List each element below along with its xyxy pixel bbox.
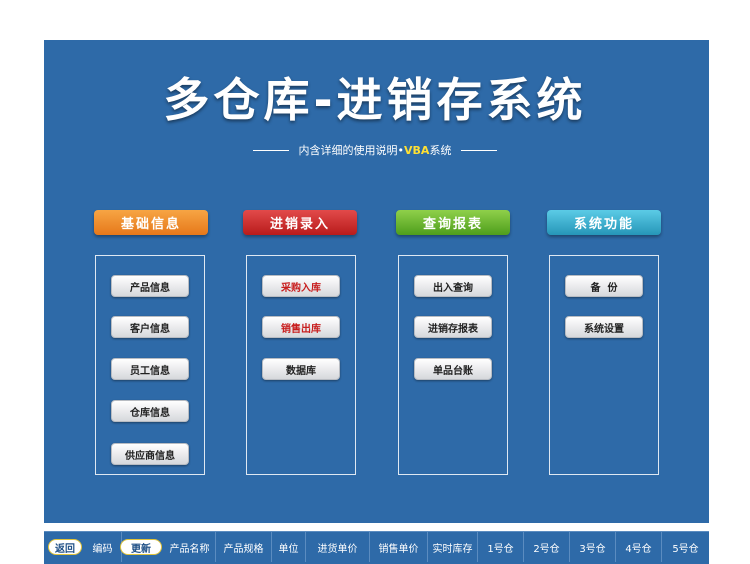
column-header-wh4: 4号仓: [616, 532, 662, 562]
system-settings-button[interactable]: 系统设置: [565, 316, 643, 338]
product-info-button[interactable]: 产品信息: [111, 275, 189, 297]
sales-outbound-button[interactable]: 销售出库: [262, 316, 340, 338]
column-header-product-name: 产品名称: [164, 532, 216, 562]
column-header-purchase-price: 进货单价: [306, 532, 370, 562]
bottom-toolbar: 返回 编码 更新 产品名称 产品规格 单位 进货单价 销售单价 实时库存 1号仓…: [44, 531, 709, 564]
column-header-wh1: 1号仓: [478, 532, 524, 562]
category-sales-entry: 进销录入: [243, 210, 357, 235]
warehouse-info-button[interactable]: 仓库信息: [111, 400, 189, 422]
column-header-wh2: 2号仓: [524, 532, 570, 562]
refresh-button[interactable]: 更新: [120, 539, 162, 555]
subtitle-divider-left: [252, 149, 289, 151]
column-header-sale-price: 销售单价: [370, 532, 428, 562]
column-header-code: 编码: [84, 532, 122, 562]
category-query-report: 查询报表: [396, 210, 510, 235]
subtitle: 内含详细的使用说明•VBA系统: [299, 142, 452, 158]
page-title: 多仓库-进销存系统: [163, 73, 587, 127]
customer-info-button[interactable]: 客户信息: [111, 316, 189, 338]
database-button[interactable]: 数据库: [262, 358, 340, 380]
column-header-spec: 产品规格: [216, 532, 272, 562]
supplier-info-button[interactable]: 供应商信息: [111, 443, 189, 465]
subtitle-prefix: 内含详细的使用说明•: [298, 144, 405, 157]
category-basic-info: 基础信息: [94, 210, 208, 235]
back-button[interactable]: 返回: [48, 539, 82, 555]
subtitle-vba: VBA: [404, 144, 430, 157]
column-header-stock: 实时库存: [428, 532, 478, 562]
inventory-report-button[interactable]: 进销存报表: [414, 316, 492, 338]
backup-button[interactable]: 备 份: [565, 275, 643, 297]
column-header-wh3: 3号仓: [570, 532, 616, 562]
column-header-unit: 单位: [272, 532, 306, 562]
inout-query-button[interactable]: 出入查询: [414, 275, 492, 297]
column-header-wh5: 5号仓: [672, 543, 699, 555]
category-system-functions: 系统功能: [547, 210, 661, 235]
subtitle-suffix: 系统: [429, 144, 452, 157]
subtitle-divider-right: [461, 149, 498, 151]
item-ledger-button[interactable]: 单品台账: [414, 358, 492, 380]
purchase-inbound-button[interactable]: 采购入库: [262, 275, 340, 297]
employee-info-button[interactable]: 员工信息: [111, 358, 189, 380]
subtitle-row: 内含详细的使用说明•VBA系统: [0, 142, 750, 158]
